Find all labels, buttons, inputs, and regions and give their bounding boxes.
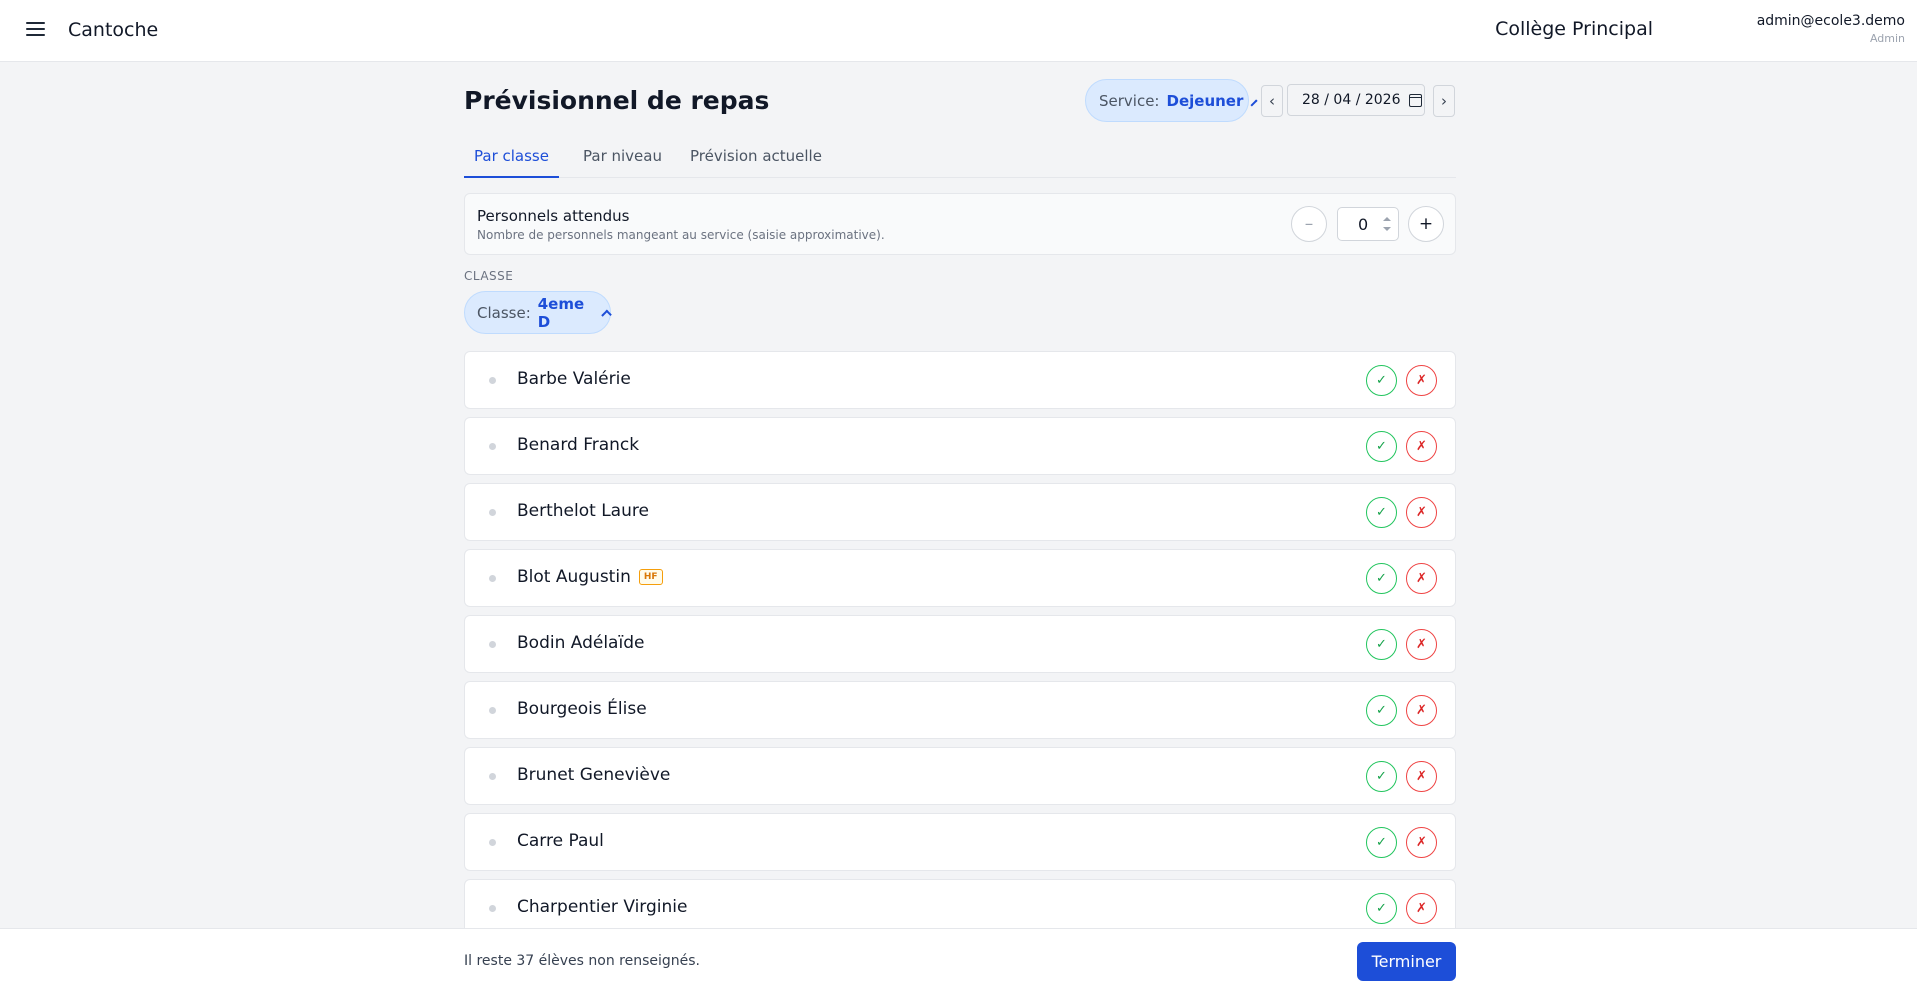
student-name-text: Bodin Adélaïde bbox=[517, 633, 645, 653]
school-name[interactable]: Collège Principal bbox=[1495, 18, 1653, 40]
student-row: Blot Augustin HF ✓ ✗ bbox=[464, 549, 1456, 607]
user-role: Admin bbox=[1869, 32, 1905, 45]
present-button[interactable]: ✓ bbox=[1366, 629, 1397, 660]
absent-button[interactable]: ✗ bbox=[1406, 827, 1437, 858]
service-value: Dejeuner bbox=[1166, 91, 1244, 110]
staff-count-input[interactable]: 0 bbox=[1337, 207, 1399, 241]
present-button[interactable]: ✓ bbox=[1366, 563, 1397, 594]
chevron-up-icon bbox=[1250, 98, 1258, 107]
status-dot bbox=[489, 641, 496, 648]
status-dot bbox=[489, 773, 496, 780]
increment-button[interactable]: + bbox=[1408, 206, 1444, 242]
chevron-up-icon bbox=[601, 309, 612, 320]
absent-button[interactable]: ✗ bbox=[1406, 695, 1437, 726]
tab-par-niveau[interactable]: Par niveau bbox=[583, 138, 662, 178]
absent-button[interactable]: ✗ bbox=[1406, 497, 1437, 528]
student-name: Brunet Geneviève bbox=[517, 765, 670, 785]
absent-button[interactable]: ✗ bbox=[1406, 893, 1437, 924]
status-dot bbox=[489, 839, 496, 846]
remaining-message: Il reste 37 élèves non renseignés. bbox=[464, 953, 701, 969]
student-name: Berthelot Laure bbox=[517, 501, 649, 521]
tab-prevision-actuelle[interactable]: Prévision actuelle bbox=[690, 138, 822, 178]
service-selector[interactable]: Service: Dejeuner bbox=[1085, 79, 1258, 122]
student-row: Bourgeois Élise ✓ ✗ bbox=[464, 681, 1456, 739]
app-title: Cantoche bbox=[68, 19, 159, 41]
calendar-icon[interactable] bbox=[1408, 93, 1422, 107]
student-row: Benard Franck ✓ ✗ bbox=[464, 417, 1456, 475]
student-name: Bourgeois Élise bbox=[517, 699, 647, 719]
student-name-text: Charpentier Virginie bbox=[517, 897, 688, 917]
present-button[interactable]: ✓ bbox=[1366, 497, 1397, 528]
student-row: Brunet Geneviève ✓ ✗ bbox=[464, 747, 1456, 805]
absent-button[interactable]: ✗ bbox=[1406, 761, 1437, 792]
present-button[interactable]: ✓ bbox=[1366, 827, 1397, 858]
student-name-text: Barbe Valérie bbox=[517, 369, 631, 389]
student-row: Barbe Valérie ✓ ✗ bbox=[464, 351, 1456, 409]
student-name-text: Brunet Geneviève bbox=[517, 765, 671, 785]
student-name-text: Benard Franck bbox=[517, 435, 640, 455]
absent-button[interactable]: ✗ bbox=[1406, 365, 1437, 396]
student-name: Blot Augustin HF bbox=[517, 567, 663, 587]
student-row: Carre Paul ✓ ✗ bbox=[464, 813, 1456, 871]
absent-button[interactable]: ✗ bbox=[1406, 563, 1437, 594]
student-name: Charpentier Virginie bbox=[517, 897, 687, 917]
student-row: Berthelot Laure ✓ ✗ bbox=[464, 483, 1456, 541]
footer-bar: Il reste 37 élèves non renseignés. Termi… bbox=[0, 928, 1917, 990]
present-button[interactable]: ✓ bbox=[1366, 893, 1397, 924]
present-button[interactable]: ✓ bbox=[1366, 365, 1397, 396]
user-menu[interactable]: admin@ecole3.demo Admin bbox=[1757, 13, 1905, 45]
student-name: Carre Paul bbox=[517, 831, 604, 851]
next-date-button[interactable]: › bbox=[1433, 85, 1455, 117]
tabs: Par classe Par niveau Prévision actuelle bbox=[464, 138, 1456, 178]
status-dot bbox=[489, 905, 496, 912]
classe-value: 4eme D bbox=[537, 294, 585, 331]
finish-button[interactable]: Terminer bbox=[1357, 942, 1456, 981]
classe-label: Classe: bbox=[477, 303, 531, 322]
staff-count-value: 0 bbox=[1358, 214, 1369, 234]
tab-par-classe[interactable]: Par classe bbox=[464, 138, 559, 178]
student-tag-badge: HF bbox=[638, 569, 663, 585]
student-name-text: Bourgeois Élise bbox=[517, 699, 647, 719]
absent-button[interactable]: ✗ bbox=[1406, 629, 1437, 660]
status-dot bbox=[489, 509, 496, 516]
classe-section-label: CLASSE bbox=[464, 269, 514, 283]
staff-title: Personnels attendus bbox=[477, 207, 630, 225]
staff-description: Nombre de personnels mangeant au service… bbox=[477, 228, 885, 242]
decrement-button[interactable]: – bbox=[1291, 206, 1327, 242]
status-dot bbox=[489, 377, 496, 384]
student-name-text: Berthelot Laure bbox=[517, 501, 649, 521]
page-title: Prévisionnel de repas bbox=[464, 86, 770, 115]
user-email: admin@ecole3.demo bbox=[1756, 13, 1905, 29]
student-name: Barbe Valérie bbox=[517, 369, 631, 389]
student-name-text: Carre Paul bbox=[517, 831, 604, 851]
service-label: Service: bbox=[1099, 91, 1160, 110]
top-bar: Cantoche Collège Principal admin@ecole3.… bbox=[0, 0, 1917, 62]
classe-selector[interactable]: Classe: 4eme D bbox=[464, 291, 612, 334]
status-dot bbox=[489, 575, 496, 582]
staff-card: Personnels attendus Nombre de personnels… bbox=[464, 193, 1456, 255]
present-button[interactable]: ✓ bbox=[1366, 695, 1397, 726]
hamburger-menu-icon[interactable] bbox=[24, 18, 48, 42]
student-name-text: Blot Augustin bbox=[517, 567, 631, 587]
present-button[interactable]: ✓ bbox=[1366, 761, 1397, 792]
status-dot bbox=[489, 707, 496, 714]
absent-button[interactable]: ✗ bbox=[1406, 431, 1437, 462]
prev-date-button[interactable]: ‹ bbox=[1261, 85, 1283, 117]
spinner-icon[interactable] bbox=[1382, 215, 1392, 233]
student-row: Bodin Adélaïde ✓ ✗ bbox=[464, 615, 1456, 673]
status-dot bbox=[489, 443, 496, 450]
student-name: Benard Franck bbox=[517, 435, 639, 455]
date-value: 28 / 04 / 2026 bbox=[1302, 92, 1401, 108]
present-button[interactable]: ✓ bbox=[1366, 431, 1397, 462]
student-name: Bodin Adélaïde bbox=[517, 633, 644, 653]
date-input[interactable]: 28 / 04 / 2026 bbox=[1287, 84, 1425, 116]
